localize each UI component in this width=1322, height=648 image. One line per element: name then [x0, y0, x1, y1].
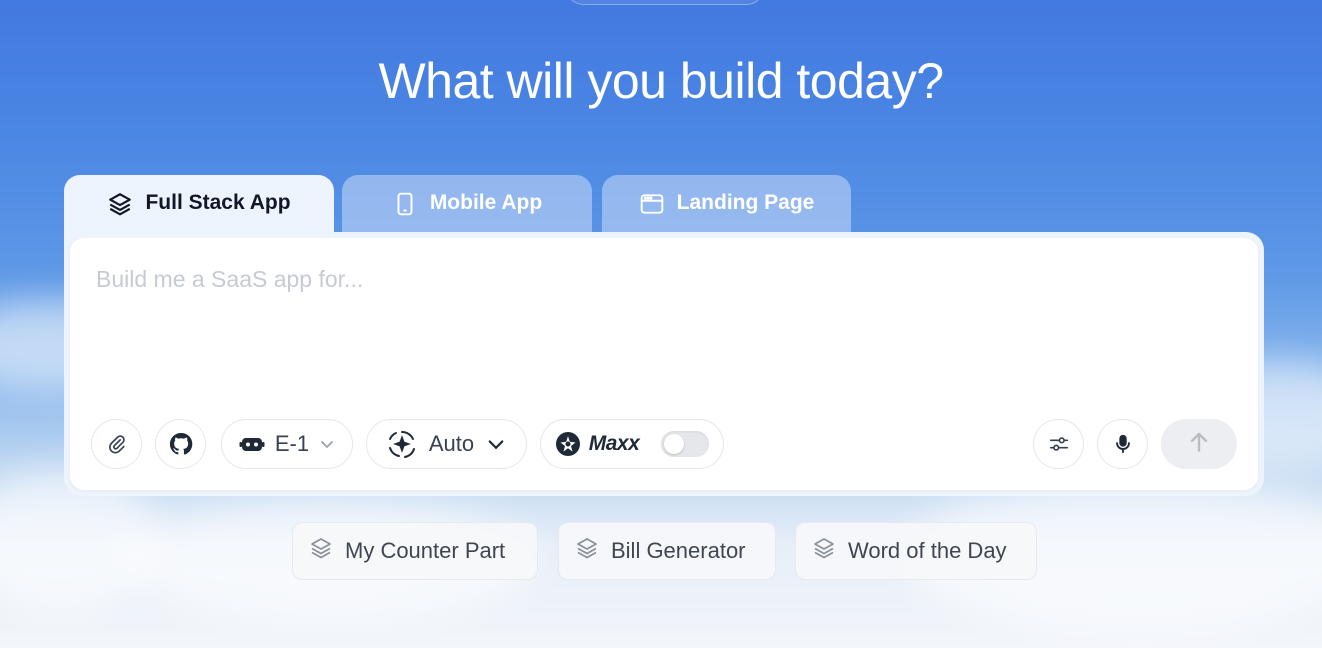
arrow-up-icon [1186, 429, 1212, 460]
layers-icon [812, 536, 836, 566]
paperclip-icon [106, 433, 128, 455]
maxx-toggle-control[interactable]: Maxx [540, 419, 724, 469]
chevron-down-icon [319, 436, 335, 452]
tab-label: Mobile App [429, 191, 543, 214]
layers-icon [575, 536, 599, 566]
suggestion-chip[interactable]: Bill Generator [558, 522, 776, 580]
browser-window-icon [639, 191, 665, 223]
github-icon [168, 431, 194, 457]
smartphone-icon [392, 191, 418, 223]
tab-landing-page[interactable]: Landing Page [602, 175, 851, 235]
sparkle-cycle-icon [387, 429, 417, 459]
tab-label: Landing Page [676, 191, 815, 214]
tab-label: Full Stack App [145, 191, 291, 214]
send-button[interactable] [1161, 419, 1237, 469]
suggestion-label: My Counter Part [345, 538, 506, 563]
model-selector[interactable]: E-1 [221, 419, 353, 469]
mode-selector[interactable]: Auto [366, 419, 527, 469]
layers-icon [309, 536, 333, 566]
tab-mobile-app[interactable]: Mobile App [342, 175, 592, 235]
suggestion-chip[interactable]: My Counter Part [292, 522, 538, 580]
page-title: What will you build today? [378, 53, 944, 109]
robot-icon [239, 433, 265, 455]
model-label: E-1 [274, 431, 310, 456]
attach-file-button[interactable] [91, 419, 142, 469]
suggestion-chip[interactable]: Word of the Day [795, 522, 1037, 580]
chevron-down-icon [486, 434, 506, 454]
prompt-input[interactable] [96, 266, 1226, 386]
settings-button[interactable] [1033, 419, 1084, 469]
microphone-button[interactable] [1097, 419, 1148, 469]
microphone-icon [1112, 433, 1134, 455]
suggestion-label: Bill Generator [611, 538, 746, 563]
sliders-icon [1048, 433, 1070, 455]
maxx-label: Maxx [588, 432, 640, 455]
maxx-toggle-switch[interactable] [661, 431, 710, 457]
layers-icon [107, 191, 133, 223]
maxx-logo-icon [555, 431, 581, 457]
suggestion-label: Word of the Day [848, 538, 1007, 563]
github-button[interactable] [155, 419, 206, 469]
mode-label: Auto [428, 431, 475, 456]
top-pill-button[interactable] [566, 0, 764, 5]
